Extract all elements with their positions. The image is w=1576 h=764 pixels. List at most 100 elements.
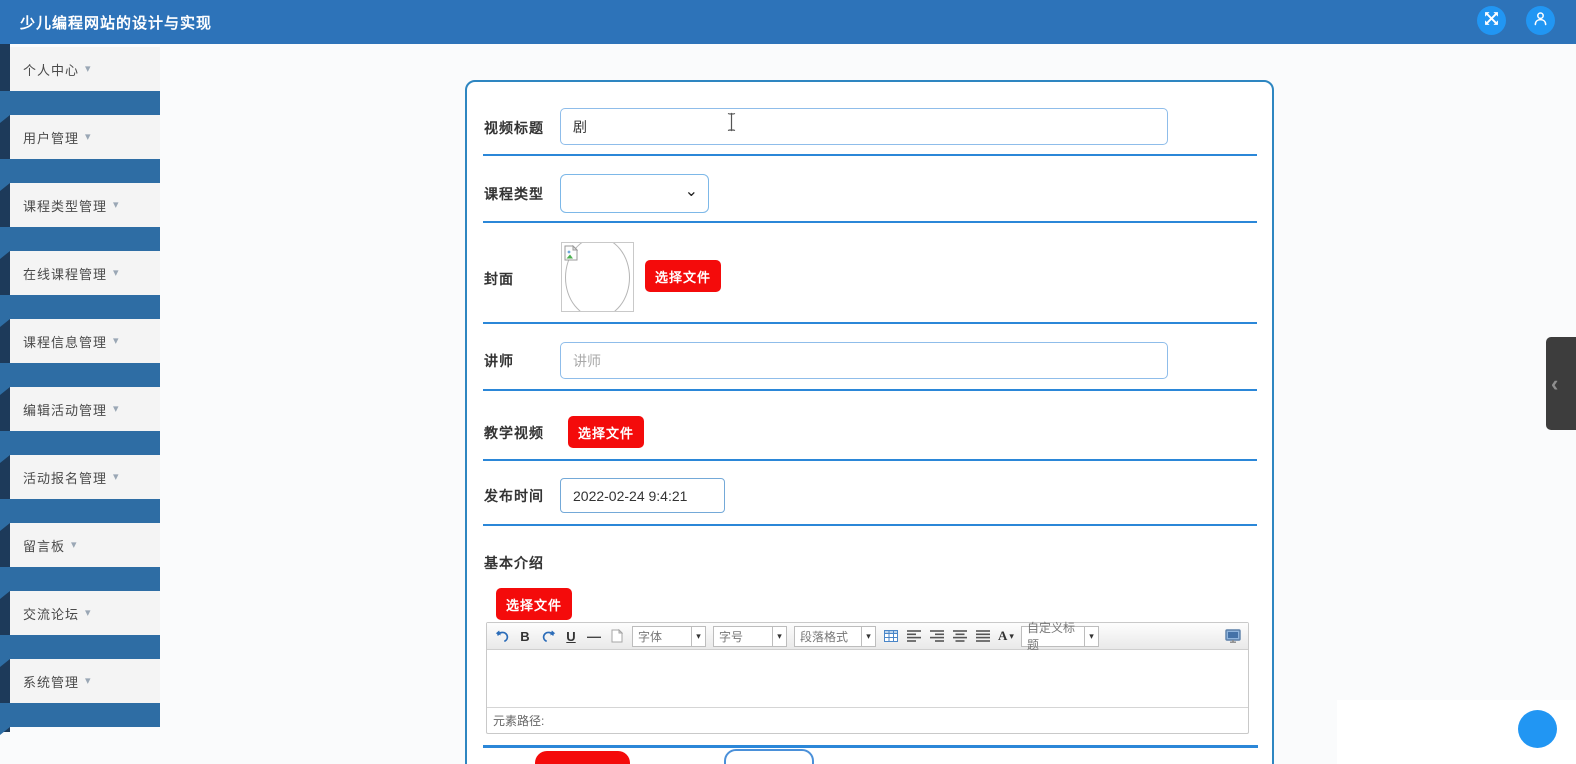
paragraph-format-select[interactable]: 段落格式 ▾ bbox=[794, 625, 876, 647]
sidebar-item-forum[interactable]: 交流论坛 ▾ bbox=[10, 591, 160, 635]
fullscreen-button[interactable] bbox=[1477, 6, 1506, 35]
video-edit-form: 视频标题 课程类型 ⌄ 封面 bbox=[465, 80, 1274, 764]
sidebar-divider-ribbon bbox=[0, 159, 160, 191]
row-divider bbox=[483, 459, 1257, 461]
row-divider bbox=[483, 389, 1257, 391]
align-center-icon[interactable] bbox=[952, 626, 968, 646]
fullscreen-editor-icon[interactable] bbox=[1225, 626, 1241, 646]
bold-button[interactable]: B bbox=[517, 626, 533, 646]
sidebar-item-label: 留言板 bbox=[23, 538, 66, 554]
publish-time-label: 发布时间 bbox=[484, 488, 544, 504]
submit-button[interactable] bbox=[535, 751, 630, 764]
insert-table-icon[interactable] bbox=[883, 626, 899, 646]
caret-down-icon: ▾ bbox=[71, 538, 77, 551]
caret-down-icon: ▾ bbox=[113, 470, 119, 483]
row-divider bbox=[483, 322, 1257, 324]
paragraph-format-value: 段落格式 bbox=[794, 625, 862, 647]
lecturer-label: 讲师 bbox=[484, 353, 514, 369]
sidebar-item-label: 个人中心 bbox=[23, 62, 80, 78]
course-type-select[interactable]: ⌄ bbox=[560, 174, 709, 213]
sidebar-item-user-management[interactable]: 用户管理 ▾ bbox=[10, 115, 160, 159]
sidebar-divider-ribbon bbox=[0, 227, 160, 259]
sidebar-item-edit-activity-management[interactable]: 编辑活动管理 ▾ bbox=[10, 387, 160, 431]
video-title-input[interactable] bbox=[560, 108, 1168, 145]
caret-down-icon: ▾ bbox=[85, 606, 91, 619]
row-divider bbox=[483, 745, 1258, 748]
caret-down-icon: ▾ bbox=[113, 334, 119, 347]
reset-button[interactable] bbox=[724, 749, 814, 764]
sidebar-nav: 个人中心 ▾ 用户管理 ▾ 课程类型管理 ▾ 在线课程管理 ▾ 课程信息管理 ▾… bbox=[0, 44, 160, 735]
align-justify-icon[interactable] bbox=[975, 626, 991, 646]
sidebar-divider-ribbon bbox=[0, 703, 160, 735]
sidebar-item-label: 编辑活动管理 bbox=[23, 402, 108, 418]
sidebar-divider-ribbon bbox=[0, 567, 160, 599]
sidebar-item-personal-center[interactable]: 个人中心 ▾ bbox=[10, 47, 160, 91]
caret-down-icon: ▾ bbox=[113, 266, 119, 279]
app-title: 少儿编程网站的设计与实现 bbox=[20, 14, 213, 32]
app-page: 少儿编程网站的设计与实现 个人中心 ▾ 用户管理 ▾ 课程类型管理 ▾ 在线课程… bbox=[0, 0, 1576, 764]
underline-button[interactable]: U bbox=[563, 626, 579, 646]
cover-label: 封面 bbox=[484, 271, 514, 287]
sidebar-item-course-type-management[interactable]: 课程类型管理 ▾ bbox=[10, 183, 160, 227]
sidebar-item-label: 系统管理 bbox=[23, 674, 80, 690]
user-profile-button[interactable] bbox=[1526, 6, 1555, 35]
sidebar-item-label: 用户管理 bbox=[23, 130, 80, 146]
caret-down-icon: ▾ bbox=[85, 674, 91, 687]
collapse-panel-tab[interactable]: ‹ bbox=[1546, 337, 1576, 430]
align-left-icon[interactable] bbox=[906, 626, 922, 646]
broken-image-icon bbox=[564, 244, 579, 266]
sidebar-divider-ribbon bbox=[0, 499, 160, 531]
cover-choose-file-button[interactable]: 选择文件 bbox=[645, 260, 721, 292]
font-size-select[interactable]: 字号 ▾ bbox=[713, 625, 787, 647]
new-page-icon[interactable] bbox=[609, 626, 625, 646]
text-cursor-pointer bbox=[725, 112, 738, 137]
sidebar-item-activity-signup-management[interactable]: 活动报名管理 ▾ bbox=[10, 455, 160, 499]
lecturer-input[interactable] bbox=[560, 342, 1168, 379]
font-family-select[interactable]: 字体 ▾ bbox=[632, 625, 706, 647]
font-color-button[interactable]: A ▾ bbox=[998, 626, 1014, 646]
intro-choose-file-button[interactable]: 选择文件 bbox=[496, 588, 572, 620]
editor-content-area[interactable] bbox=[487, 650, 1248, 707]
caret-down-icon: ▾ bbox=[113, 198, 119, 211]
font-size-value: 字号 bbox=[713, 625, 773, 647]
sidebar-item-message-board[interactable]: 留言板 ▾ bbox=[10, 523, 160, 567]
sidebar-divider-ribbon bbox=[0, 363, 160, 395]
chevron-left-icon: ‹ bbox=[1551, 370, 1559, 396]
sidebar-divider-ribbon bbox=[0, 91, 160, 123]
cover-image-preview bbox=[561, 242, 634, 312]
sidebar-item-label: 交流论坛 bbox=[23, 606, 80, 622]
caret-down-icon: ▾ bbox=[1085, 625, 1099, 647]
caret-down-icon: ▾ bbox=[773, 625, 787, 647]
font-color-letter: A bbox=[998, 628, 1008, 643]
rich-text-editor: B U — 字体 ▾ 字号 ▾ 段落格式 ▾ A ▾ 自定义标题 ▾ 元素路径: bbox=[486, 621, 1249, 734]
font-family-value: 字体 bbox=[632, 625, 692, 647]
sidebar-item-label: 在线课程管理 bbox=[23, 266, 108, 282]
caret-down-icon: ▾ bbox=[1009, 630, 1014, 641]
sidebar-item-online-course-management[interactable]: 在线课程管理 ▾ bbox=[10, 251, 160, 295]
select-caret-icon: ⌄ bbox=[684, 183, 698, 200]
intro-label: 基本介绍 bbox=[484, 555, 544, 571]
element-path-label: 元素路径: bbox=[493, 714, 545, 728]
back-to-top-button[interactable] bbox=[1518, 710, 1557, 748]
horizontal-rule-button[interactable]: — bbox=[586, 626, 602, 646]
editor-status-bar: 元素路径: bbox=[487, 707, 1248, 733]
video-title-label: 视频标题 bbox=[484, 120, 544, 136]
row-divider bbox=[483, 154, 1257, 156]
sidebar-item-label: 课程信息管理 bbox=[23, 334, 108, 350]
row-divider bbox=[483, 524, 1257, 526]
sidebar-divider-ribbon bbox=[0, 295, 160, 327]
top-navbar: 少儿编程网站的设计与实现 bbox=[0, 0, 1576, 44]
sidebar-item-system-management[interactable]: 系统管理 ▾ bbox=[10, 659, 160, 703]
custom-title-select[interactable]: 自定义标题 ▾ bbox=[1021, 621, 1099, 652]
course-type-label: 课程类型 bbox=[484, 186, 544, 202]
sidebar-divider-ribbon bbox=[0, 431, 160, 463]
publish-time-input[interactable] bbox=[560, 478, 725, 513]
redo-icon[interactable] bbox=[540, 626, 556, 646]
undo-icon[interactable] bbox=[494, 626, 510, 646]
align-right-icon[interactable] bbox=[929, 626, 945, 646]
sidebar-item-course-info-management[interactable]: 课程信息管理 ▾ bbox=[10, 319, 160, 363]
caret-down-icon: ▾ bbox=[85, 62, 91, 75]
teaching-video-choose-file-button[interactable]: 选择文件 bbox=[568, 416, 644, 448]
custom-title-value: 自定义标题 bbox=[1021, 621, 1085, 652]
caret-down-icon: ▾ bbox=[113, 402, 119, 415]
